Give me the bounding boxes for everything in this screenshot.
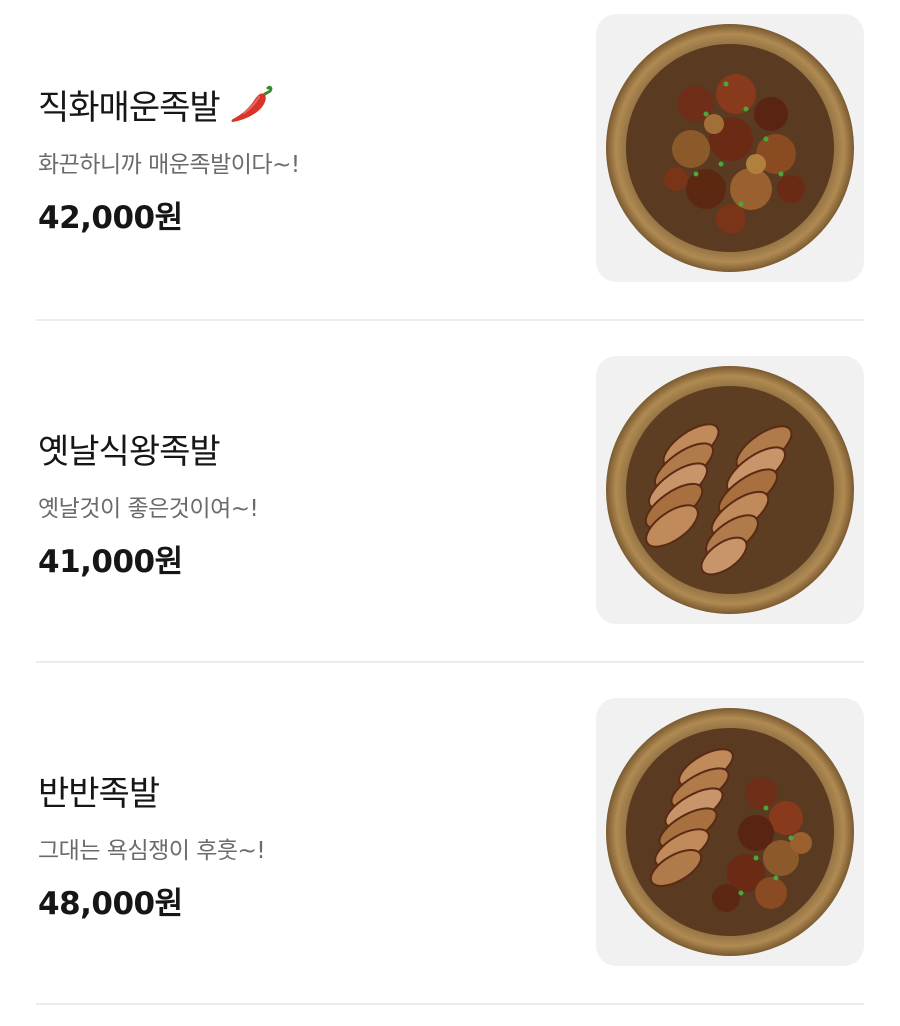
menu-item-name-row: 직화매운족발 xyxy=(38,80,274,129)
menu-item-name: 옛날식왕족발 xyxy=(38,432,221,472)
menu-item-description: 그대는 욕심쟁이 후훗~! xyxy=(38,838,266,864)
menu-item-price: 42,000원 xyxy=(38,200,183,236)
menu-item-photo-spicy-jokbal[interactable] xyxy=(596,14,864,282)
menu-item-price: 48,000원 xyxy=(38,886,183,922)
chili-pepper-icon xyxy=(228,84,274,126)
menu-item-classic-jokbal[interactable]: 옛날식왕족발 옛날것이 좋은것이여~! 41,000원 xyxy=(36,342,864,684)
menu-item-photo-half-half-jokbal[interactable] xyxy=(596,698,864,966)
menu-item-description: 옛날것이 좋은것이여~! xyxy=(38,496,259,522)
menu-list: 직화매운족발 화끈하니까 매운족발이다~! 42,000원 옛날식왕족발 옛날것… xyxy=(0,0,900,1012)
menu-item-name: 직화매운족발 xyxy=(38,88,221,128)
menu-item-info: 옛날식왕족발 옛날것이 좋은것이여~! 41,000원 xyxy=(36,342,576,662)
divider xyxy=(36,661,864,663)
menu-item-photo-classic-jokbal[interactable] xyxy=(596,356,864,624)
menu-item-half-half-jokbal[interactable]: 반반족발 그대는 욕심쟁이 후훗~! 48,000원 xyxy=(36,684,864,1026)
menu-item-spicy-jokbal[interactable]: 직화매운족발 화끈하니까 매운족발이다~! 42,000원 xyxy=(36,0,864,342)
divider xyxy=(36,1003,864,1005)
divider xyxy=(36,319,864,321)
menu-item-name-row: 옛날식왕족발 xyxy=(38,424,221,473)
menu-item-info: 반반족발 그대는 욕심쟁이 후훗~! 48,000원 xyxy=(36,684,576,1004)
menu-item-info: 직화매운족발 화끈하니까 매운족발이다~! 42,000원 xyxy=(36,0,576,320)
menu-item-price: 41,000원 xyxy=(38,544,183,580)
menu-item-name: 반반족발 xyxy=(38,774,160,814)
menu-item-name-row: 반반족발 xyxy=(38,766,160,815)
menu-item-description: 화끈하니까 매운족발이다~! xyxy=(38,152,300,178)
